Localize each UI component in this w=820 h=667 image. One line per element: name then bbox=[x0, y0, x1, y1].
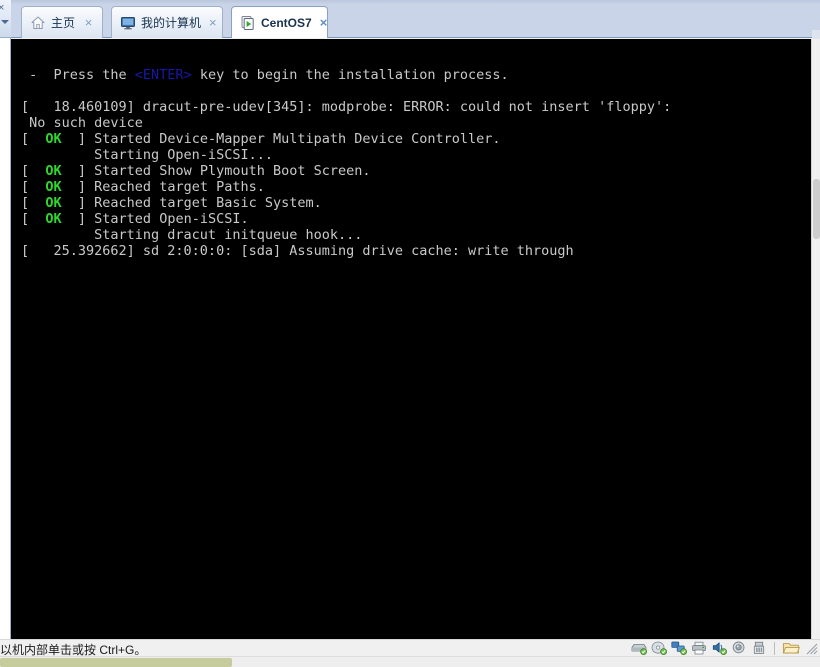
cd-dvd-icon[interactable] bbox=[651, 641, 667, 655]
tab-my-computer-close-icon[interactable]: × bbox=[209, 16, 217, 29]
console-text: [ bbox=[21, 195, 46, 211]
resize-grip-icon[interactable] bbox=[806, 643, 818, 655]
console-text: [ bbox=[21, 131, 46, 147]
tab-strip: 主页 × 我的计算机 × CentOS7 × bbox=[11, 0, 820, 38]
console-line: [ 25.392662] sd 2:0:0:0: [sda] Assuming … bbox=[21, 243, 807, 259]
console-line: [ OK ] Reached target Basic System. bbox=[21, 195, 807, 211]
virtual-machine-icon bbox=[240, 15, 256, 31]
console-key-highlight: <ENTER> bbox=[134, 67, 192, 83]
horizontal-scrollbar-thumb[interactable] bbox=[0, 658, 232, 667]
console-text: ] Started Show Plymouth Boot Screen. bbox=[61, 163, 371, 179]
my-computer-icon bbox=[120, 15, 136, 31]
console-status-ok: OK bbox=[45, 163, 62, 179]
webcam-icon[interactable] bbox=[731, 641, 747, 655]
console-status-ok: OK bbox=[45, 179, 62, 195]
console-line: [ OK ] Started Device-Mapper Multipath D… bbox=[21, 131, 807, 147]
console-line: Starting Open-iSCSI... bbox=[21, 147, 807, 163]
console-text: ] Started Open-iSCSI. bbox=[61, 211, 249, 227]
console-line: [ OK ] Reached target Paths. bbox=[21, 179, 807, 195]
status-separator bbox=[774, 641, 775, 655]
vertical-scrollbar-thumb[interactable] bbox=[813, 179, 820, 239]
tab-centos7-label: CentOS7 bbox=[261, 15, 312, 30]
console-text: - Press the bbox=[21, 67, 135, 83]
console-line: No such device bbox=[21, 115, 807, 131]
vertical-scrollbar[interactable] bbox=[811, 30, 820, 639]
console-text: [ bbox=[21, 211, 46, 227]
shared-folder-icon[interactable] bbox=[782, 641, 800, 655]
console-line: [ OK ] Started Show Plymouth Boot Screen… bbox=[21, 163, 807, 179]
console-text: key to begin the installation process. bbox=[191, 67, 509, 83]
hard-disk-icon[interactable] bbox=[631, 641, 647, 655]
chevron-down-icon[interactable] bbox=[1, 20, 9, 24]
console-line: [ OK ] Started Open-iSCSI. bbox=[21, 211, 807, 227]
left-panel-close-icon[interactable]: × bbox=[0, 3, 4, 14]
usb-controller-icon[interactable] bbox=[751, 641, 767, 655]
sound-card-icon[interactable] bbox=[711, 641, 727, 655]
console-status-ok: OK bbox=[45, 131, 62, 147]
vmware-workstation-window: × 主页 × 我的计算机 × CentOS7 × - Press the <EN… bbox=[0, 0, 820, 667]
status-device-icons bbox=[631, 641, 800, 655]
console-line: Starting dracut initqueue hook... bbox=[21, 227, 807, 243]
console-status-ok: OK bbox=[45, 195, 62, 211]
status-bar: 以机内部单击或按 Ctrl+G。 bbox=[0, 639, 820, 657]
console-text: ] Reached target Paths. bbox=[61, 179, 265, 195]
horizontal-scrollbar[interactable] bbox=[0, 656, 820, 667]
tab-home-label: 主页 bbox=[51, 16, 76, 30]
console-text: ] Started Device-Mapper Multipath Device… bbox=[61, 131, 501, 147]
tab-my-computer[interactable]: 我的计算机 × bbox=[111, 6, 223, 38]
left-panel-header: × bbox=[0, 0, 11, 38]
console-output: - Press the <ENTER> key to begin the ins… bbox=[21, 67, 807, 275]
console-line: [ 18.460109] dracut-pre-udev[345]: modpr… bbox=[21, 99, 807, 115]
tab-home[interactable]: 主页 × bbox=[21, 6, 103, 38]
console-text: ] Reached target Basic System. bbox=[61, 195, 322, 211]
tab-home-close-icon[interactable]: × bbox=[83, 16, 94, 29]
console-text: Starting dracut initqueue hook... bbox=[21, 227, 363, 243]
console-text: [ 18.460109] dracut-pre-udev[345]: modpr… bbox=[21, 99, 672, 115]
printer-icon[interactable] bbox=[691, 641, 707, 655]
vertical-scrollbar-cap bbox=[812, 30, 820, 39]
console-text: [ 25.392662] sd 2:0:0:0: [sda] Assuming … bbox=[21, 243, 574, 259]
network-adapter-icon[interactable] bbox=[671, 641, 687, 655]
tab-centos7-close-icon[interactable]: × bbox=[320, 16, 328, 29]
console-text: No such device bbox=[21, 115, 143, 131]
console-text: [ bbox=[21, 163, 46, 179]
left-docked-panel-stub: × bbox=[0, 0, 11, 639]
console-text: Starting Open-iSCSI... bbox=[21, 147, 273, 163]
tab-strip-top-gradient bbox=[11, 0, 820, 5]
tab-my-computer-label: 我的计算机 bbox=[141, 16, 202, 30]
console-text: [ bbox=[21, 179, 46, 195]
vm-console-screen[interactable]: - Press the <ENTER> key to begin the ins… bbox=[11, 39, 811, 639]
tab-centos7[interactable]: CentOS7 × bbox=[231, 6, 328, 38]
console-line: - Press the <ENTER> key to begin the ins… bbox=[21, 67, 807, 83]
console-status-ok: OK bbox=[45, 211, 62, 227]
home-icon bbox=[30, 15, 46, 31]
